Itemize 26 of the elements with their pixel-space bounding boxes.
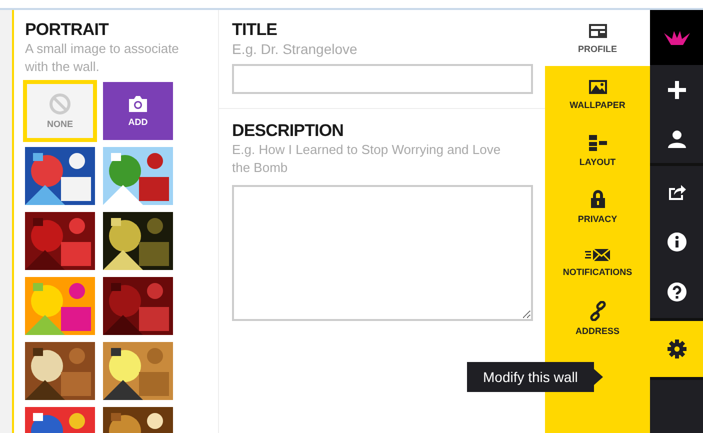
field-hint: E.g. Dr. Strangelove [232,40,358,58]
plus-icon [666,80,686,100]
wallpaper-icon [588,78,608,94]
settings-tab[interactable]: PROFILE [545,10,650,66]
info-icon [666,232,686,252]
help-icon [666,282,686,302]
title-input[interactable] [232,64,533,94]
no-symbol-icon [49,93,71,115]
notifications-icon [584,248,610,262]
add-portrait-button[interactable]: ADD [103,82,173,140]
field-hint: E.g. How I Learned to Stop Worrying and Love the Bomb [232,141,502,177]
privacy-icon [588,188,606,208]
description-input[interactable] [232,185,533,321]
section-heading: PORTRAIT [25,20,110,40]
gear-button[interactable] [650,321,703,377]
address-icon [588,300,608,320]
gear-icon [666,339,686,359]
layout-icon [588,134,608,152]
field-label: DESCRIPTION [232,121,345,141]
section-hint: A small image to associate with the wall. [25,40,180,76]
user-icon [666,130,686,148]
share-icon [666,183,686,201]
tooltip-arrow-icon [594,369,603,385]
field-label: TITLE [232,20,278,40]
profile-icon [588,22,608,38]
camera-icon [127,95,149,113]
